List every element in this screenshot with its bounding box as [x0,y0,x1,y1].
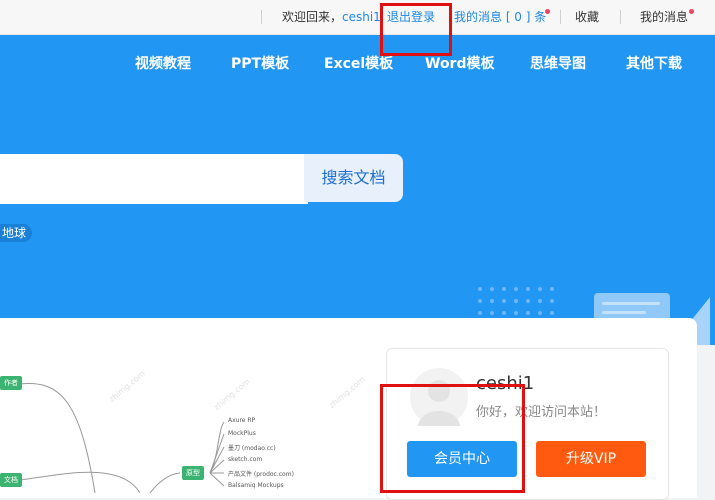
messages-link[interactable]: 我的消息 [ 0 ] 条 [454,9,546,25]
search-input[interactable] [0,154,308,204]
mindmap-leaf: MockPlus [228,430,256,437]
mindmap-leaf: 产品文件 (prodoc.com) [228,471,294,478]
mindmap-leaf: 墨刀 (modao.cc) [228,445,276,452]
top-bar: 欢迎回来， ceshi1 退出登录 我的消息 [ 0 ] 条 收藏 我的消息 [0,0,715,35]
notification-dot [545,9,550,14]
divider [560,10,561,24]
nav-item-ppt[interactable]: PPT模板 [231,53,289,73]
upgrade-vip-button[interactable]: 升级VIP [536,441,646,477]
nav-item-word[interactable]: Word模板 [425,53,495,73]
my-messages-link[interactable]: 我的消息 [640,9,688,25]
username-link[interactable]: ceshi1 [342,9,381,25]
search-button[interactable]: 搜索文档 [304,154,403,202]
divider [620,10,621,24]
notification-dot [689,9,694,14]
mindmap-leaf: Axure RP [228,417,256,424]
divider [261,10,262,24]
nav-item-excel[interactable]: Excel模板 [324,53,393,73]
highlight-box-logout [380,3,452,56]
hot-tag[interactable]: 地球 [0,224,33,242]
highlight-box-member-center [380,384,525,493]
nav-item-other[interactable]: 其他下载 [626,53,682,73]
nav-item-mindmap[interactable]: 思维导图 [530,53,586,73]
welcome-text: 欢迎回来， [282,10,343,24]
favorites-link[interactable]: 收藏 [575,9,599,25]
mindmap-leaf: Balsamiq Mockups [228,482,284,489]
hero-banner: 视频教程 PPT模板 Excel模板 Word模板 思维导图 其他下载 搜索文档… [0,35,715,345]
mindmap-node: 原型 [182,466,204,480]
mindmap-node: 文档 [0,473,22,487]
mindmap-leaf: sketch.com [228,456,263,463]
mindmap-preview[interactable]: 作者 原型 文档 Axure RP MockPlus 墨刀 (modao.cc)… [0,340,370,493]
mindmap-node: 作者 [0,376,22,390]
nav-item-video[interactable]: 视频教程 [135,53,191,73]
